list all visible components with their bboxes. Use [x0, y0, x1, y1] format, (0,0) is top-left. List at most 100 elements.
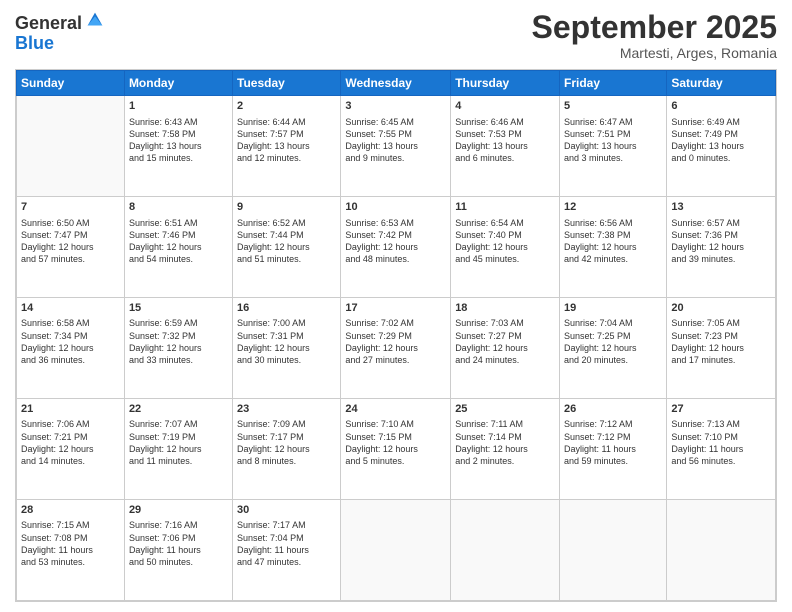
- day-info: Sunrise: 7:17 AM Sunset: 7:04 PM Dayligh…: [237, 519, 336, 568]
- header-friday: Friday: [560, 71, 667, 96]
- table-row: [560, 500, 667, 601]
- day-info: Sunrise: 7:09 AM Sunset: 7:17 PM Dayligh…: [237, 418, 336, 467]
- table-row: 12 Sunrise: 6:56 AM Sunset: 7:38 PM Dayli…: [560, 197, 667, 298]
- day-number: 26: [564, 402, 662, 417]
- day-number: 13: [671, 200, 771, 215]
- header-tuesday: Tuesday: [233, 71, 341, 96]
- table-row: 24Sunrise: 7:10 AM Sunset: 7:15 PM Dayli…: [341, 399, 451, 500]
- table-row: 7 Sunrise: 6:50 AM Sunset: 7:47 PM Daylig…: [17, 197, 125, 298]
- page: General Blue September 2025 Martesti, Ar…: [0, 0, 792, 612]
- header-monday: Monday: [124, 71, 232, 96]
- table-row: 11 Sunrise: 6:54 AM Sunset: 7:40 PM Dayli…: [451, 197, 560, 298]
- day-info: Sunrise: 6:47 AM Sunset: 7:51 PM Dayligh…: [564, 116, 662, 165]
- day-info: Sunrise: 7:13 AM Sunset: 7:10 PM Dayligh…: [671, 418, 771, 467]
- day-info: Sunrise: 6:53 AM Sunset: 7:42 PM Dayligh…: [345, 217, 446, 266]
- table-row: 2 Sunrise: 6:44 AM Sunset: 7:57 PM Daylig…: [233, 96, 341, 197]
- day-info: Sunrise: 7:06 AM Sunset: 7:21 PM Dayligh…: [21, 418, 120, 467]
- day-number: 20: [671, 301, 771, 316]
- day-number: 4: [455, 99, 555, 114]
- day-number: 11: [455, 200, 555, 215]
- day-number: 5: [564, 99, 662, 114]
- day-number: 23: [237, 402, 336, 417]
- table-row: 3 Sunrise: 6:45 AM Sunset: 7:55 PM Daylig…: [341, 96, 451, 197]
- header-wednesday: Wednesday: [341, 71, 451, 96]
- day-info: Sunrise: 7:04 AM Sunset: 7:25 PM Dayligh…: [564, 317, 662, 366]
- day-number: 12: [564, 200, 662, 215]
- day-number: 2: [237, 99, 336, 114]
- day-number: 9: [237, 200, 336, 215]
- day-info: Sunrise: 7:12 AM Sunset: 7:12 PM Dayligh…: [564, 418, 662, 467]
- table-row: [341, 500, 451, 601]
- day-info: Sunrise: 6:59 AM Sunset: 7:32 PM Dayligh…: [129, 317, 228, 366]
- table-row: [667, 500, 776, 601]
- day-info: Sunrise: 6:58 AM Sunset: 7:34 PM Dayligh…: [21, 317, 120, 366]
- day-info: Sunrise: 7:10 AM Sunset: 7:15 PM Dayligh…: [345, 418, 446, 467]
- table-row: 17Sunrise: 7:02 AM Sunset: 7:29 PM Dayli…: [341, 298, 451, 399]
- day-info: Sunrise: 6:52 AM Sunset: 7:44 PM Dayligh…: [237, 217, 336, 266]
- day-info: Sunrise: 7:05 AM Sunset: 7:23 PM Dayligh…: [671, 317, 771, 366]
- day-number: 8: [129, 200, 228, 215]
- day-info: Sunrise: 7:02 AM Sunset: 7:29 PM Dayligh…: [345, 317, 446, 366]
- day-number: 6: [671, 99, 771, 114]
- day-number: 18: [455, 301, 555, 316]
- day-info: Sunrise: 6:57 AM Sunset: 7:36 PM Dayligh…: [671, 217, 771, 266]
- table-row: [451, 500, 560, 601]
- table-row: 23Sunrise: 7:09 AM Sunset: 7:17 PM Dayli…: [233, 399, 341, 500]
- day-info: Sunrise: 6:51 AM Sunset: 7:46 PM Dayligh…: [129, 217, 228, 266]
- day-info: Sunrise: 7:03 AM Sunset: 7:27 PM Dayligh…: [455, 317, 555, 366]
- day-info: Sunrise: 6:44 AM Sunset: 7:57 PM Dayligh…: [237, 116, 336, 165]
- day-info: Sunrise: 6:43 AM Sunset: 7:58 PM Dayligh…: [129, 116, 228, 165]
- logo-text-blue: Blue: [15, 34, 106, 54]
- month-title: September 2025: [532, 10, 777, 45]
- day-number: 22: [129, 402, 228, 417]
- day-number: 17: [345, 301, 446, 316]
- table-row: 10 Sunrise: 6:53 AM Sunset: 7:42 PM Dayli…: [341, 197, 451, 298]
- table-row: 28Sunrise: 7:15 AM Sunset: 7:08 PM Dayli…: [17, 500, 125, 601]
- day-number: 10: [345, 200, 446, 215]
- day-info: Sunrise: 7:07 AM Sunset: 7:19 PM Dayligh…: [129, 418, 228, 467]
- day-info: Sunrise: 6:45 AM Sunset: 7:55 PM Dayligh…: [345, 116, 446, 165]
- day-number: 28: [21, 503, 120, 518]
- day-number: 14: [21, 301, 120, 316]
- table-row: 21Sunrise: 7:06 AM Sunset: 7:21 PM Dayli…: [17, 399, 125, 500]
- table-row: 18Sunrise: 7:03 AM Sunset: 7:27 PM Dayli…: [451, 298, 560, 399]
- day-info: Sunrise: 6:54 AM Sunset: 7:40 PM Dayligh…: [455, 217, 555, 266]
- table-row: 16Sunrise: 7:00 AM Sunset: 7:31 PM Dayli…: [233, 298, 341, 399]
- day-info: Sunrise: 7:11 AM Sunset: 7:14 PM Dayligh…: [455, 418, 555, 467]
- day-number: 21: [21, 402, 120, 417]
- table-row: 22Sunrise: 7:07 AM Sunset: 7:19 PM Dayli…: [124, 399, 232, 500]
- day-info: Sunrise: 7:00 AM Sunset: 7:31 PM Dayligh…: [237, 317, 336, 366]
- table-row: 15Sunrise: 6:59 AM Sunset: 7:32 PM Dayli…: [124, 298, 232, 399]
- day-number: 30: [237, 503, 336, 518]
- table-row: 14Sunrise: 6:58 AM Sunset: 7:34 PM Dayli…: [17, 298, 125, 399]
- table-row: 8 Sunrise: 6:51 AM Sunset: 7:46 PM Daylig…: [124, 197, 232, 298]
- logo-icon: [84, 9, 106, 31]
- day-number: 7: [21, 200, 120, 215]
- day-number: 16: [237, 301, 336, 316]
- header-saturday: Saturday: [667, 71, 776, 96]
- day-number: 25: [455, 402, 555, 417]
- day-info: Sunrise: 6:50 AM Sunset: 7:47 PM Dayligh…: [21, 217, 120, 266]
- table-row: 27Sunrise: 7:13 AM Sunset: 7:10 PM Dayli…: [667, 399, 776, 500]
- logo-text-general: General: [15, 14, 82, 34]
- logo: General Blue: [15, 14, 106, 54]
- header-thursday: Thursday: [451, 71, 560, 96]
- day-number: 19: [564, 301, 662, 316]
- header-sunday: Sunday: [17, 71, 125, 96]
- table-row: 25Sunrise: 7:11 AM Sunset: 7:14 PM Dayli…: [451, 399, 560, 500]
- day-info: Sunrise: 6:46 AM Sunset: 7:53 PM Dayligh…: [455, 116, 555, 165]
- day-info: Sunrise: 7:16 AM Sunset: 7:06 PM Dayligh…: [129, 519, 228, 568]
- table-row: 29Sunrise: 7:16 AM Sunset: 7:06 PM Dayli…: [124, 500, 232, 601]
- table-row: 4 Sunrise: 6:46 AM Sunset: 7:53 PM Daylig…: [451, 96, 560, 197]
- table-row: 5 Sunrise: 6:47 AM Sunset: 7:51 PM Daylig…: [560, 96, 667, 197]
- table-row: 19Sunrise: 7:04 AM Sunset: 7:25 PM Dayli…: [560, 298, 667, 399]
- day-info: Sunrise: 7:15 AM Sunset: 7:08 PM Dayligh…: [21, 519, 120, 568]
- calendar-header-row: Sunday Monday Tuesday Wednesday Thursday…: [17, 71, 776, 96]
- title-area: September 2025 Martesti, Arges, Romania: [532, 10, 777, 61]
- day-info: Sunrise: 6:56 AM Sunset: 7:38 PM Dayligh…: [564, 217, 662, 266]
- table-row: [17, 96, 125, 197]
- day-number: 3: [345, 99, 446, 114]
- day-info: Sunrise: 6:49 AM Sunset: 7:49 PM Dayligh…: [671, 116, 771, 165]
- day-number: 1: [129, 99, 228, 114]
- day-number: 24: [345, 402, 446, 417]
